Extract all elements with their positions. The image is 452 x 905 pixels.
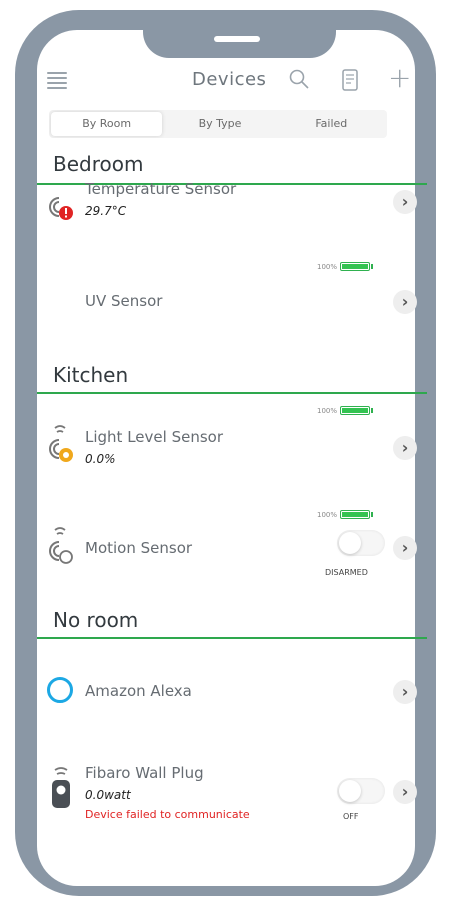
device-row-temperature[interactable]: Temperature Sensor 29.7°C › bbox=[37, 176, 417, 236]
device-error-text: Device failed to communicate bbox=[85, 808, 250, 821]
chevron-right-icon[interactable]: › bbox=[393, 780, 417, 804]
plus-icon[interactable]: + bbox=[388, 64, 411, 92]
battery-indicator: 100% bbox=[317, 510, 374, 519]
power-toggle[interactable] bbox=[337, 778, 385, 804]
page-title: Devices bbox=[192, 69, 267, 90]
arm-toggle[interactable] bbox=[337, 530, 385, 556]
search-icon[interactable] bbox=[288, 68, 310, 90]
sensor-icon bbox=[49, 425, 73, 462]
device-row-light[interactable]: 100% Light Level Sensor 0.0% › bbox=[37, 404, 417, 484]
device-name: Light Level Sensor bbox=[85, 428, 223, 446]
toggle-state-label: DISARMED bbox=[325, 568, 368, 577]
device-row-wallplug[interactable]: Fibaro Wall Plug 0.0watt Device failed t… bbox=[37, 760, 417, 830]
device-name: Motion Sensor bbox=[85, 539, 193, 557]
device-name: Temperature Sensor bbox=[85, 180, 237, 198]
section-divider bbox=[37, 637, 427, 639]
device-row-uv[interactable]: 100% UV Sensor › bbox=[37, 258, 417, 322]
chevron-right-icon[interactable]: › bbox=[393, 290, 417, 314]
section-divider bbox=[37, 392, 427, 394]
device-row-motion[interactable]: 100% Motion Sensor DISARMED › bbox=[37, 508, 417, 588]
speaker-bar bbox=[214, 36, 260, 42]
section-title-bedroom: Bedroom bbox=[53, 152, 144, 176]
alexa-ring-icon bbox=[47, 677, 73, 703]
chevron-right-icon[interactable]: › bbox=[393, 436, 417, 460]
battery-indicator: 100% bbox=[317, 406, 374, 415]
view-tabs: By Room By Type Failed bbox=[49, 110, 387, 138]
chevron-right-icon[interactable]: › bbox=[393, 536, 417, 560]
hamburger-icon[interactable] bbox=[47, 72, 67, 89]
device-row-alexa[interactable]: Amazon Alexa › bbox=[37, 665, 417, 721]
document-icon[interactable] bbox=[339, 68, 361, 92]
device-value: 0.0watt bbox=[85, 788, 131, 802]
wall-plug-icon bbox=[52, 767, 70, 808]
sensor-icon bbox=[49, 197, 73, 220]
sensor-icon bbox=[49, 527, 73, 564]
app-header: Devices + bbox=[37, 60, 415, 100]
toggle-state-label: OFF bbox=[343, 812, 359, 821]
device-value: 0.0% bbox=[85, 452, 116, 466]
tab-by-room[interactable]: By Room bbox=[51, 112, 163, 136]
chevron-right-icon[interactable]: › bbox=[393, 680, 417, 704]
section-title-no-room: No room bbox=[53, 608, 139, 632]
battery-indicator: 100% bbox=[317, 262, 374, 271]
section-title-kitchen: Kitchen bbox=[53, 363, 129, 387]
device-name: Amazon Alexa bbox=[85, 682, 192, 700]
chevron-right-icon[interactable]: › bbox=[393, 190, 417, 214]
device-name: Fibaro Wall Plug bbox=[85, 764, 204, 782]
tab-by-type[interactable]: By Type bbox=[164, 110, 275, 138]
device-value: 29.7°C bbox=[85, 204, 127, 218]
tab-failed[interactable]: Failed bbox=[276, 110, 387, 138]
device-name: UV Sensor bbox=[85, 292, 163, 310]
phone-notch bbox=[143, 10, 336, 58]
